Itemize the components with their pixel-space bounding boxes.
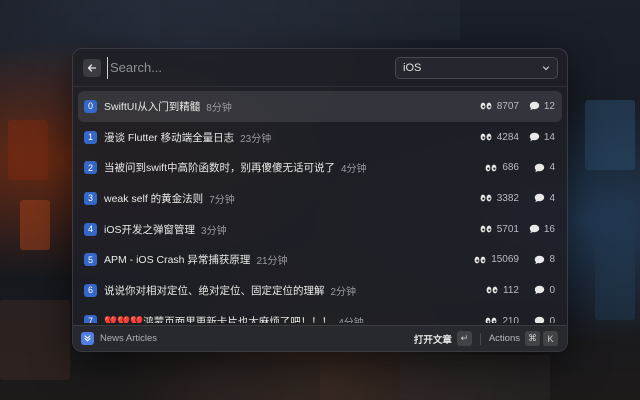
category-dropdown[interactable]: iOS bbox=[395, 56, 558, 79]
list-item[interactable]: 6 说说你对相对定位、绝对定位、固定定位的理解 2分钟 112 0 bbox=[78, 275, 562, 306]
comment-count: 0 bbox=[519, 316, 555, 323]
speech-bubble-icon bbox=[534, 285, 545, 295]
comment-count: 8 bbox=[519, 254, 555, 265]
comment-count: 0 bbox=[519, 285, 555, 296]
comment-count-value: 8 bbox=[549, 254, 555, 266]
view-count-value: 5701 bbox=[496, 223, 519, 235]
search-input[interactable] bbox=[107, 56, 395, 79]
dropdown-selected-value: iOS bbox=[403, 61, 422, 74]
speech-bubble-icon bbox=[529, 101, 540, 111]
comment-count: 4 bbox=[519, 193, 555, 204]
comment-count: 16 bbox=[519, 224, 555, 235]
speech-bubble-icon bbox=[534, 193, 545, 203]
divider bbox=[479, 332, 481, 345]
news-app-icon bbox=[81, 332, 94, 345]
index-badge: 4 bbox=[84, 222, 97, 236]
command-palette-window: iOS 0 SwiftUI从入门到精髓 8分钟 8707 12 1 漫谈 Flutter 移… bbox=[72, 48, 568, 352]
comment-count-value: 4 bbox=[549, 192, 555, 204]
actions-button[interactable]: Actions bbox=[489, 333, 520, 344]
comment-count-value: 14 bbox=[543, 131, 555, 143]
eyes-icon bbox=[480, 102, 492, 110]
comment-count: 4 bbox=[519, 162, 555, 173]
eyes-icon bbox=[485, 317, 497, 323]
comment-count: 12 bbox=[519, 101, 555, 112]
article-title: weak self 的黄金法则 bbox=[104, 192, 204, 205]
article-title: 💔💔💔鸿蒙页面里更新卡片也太麻烦了吧！！！ bbox=[104, 315, 333, 323]
article-title: 漫谈 Flutter 移动端全量日志 bbox=[104, 131, 235, 144]
comment-count-value: 4 bbox=[549, 162, 555, 174]
view-count: 112 bbox=[467, 285, 519, 296]
index-badge: 7 bbox=[84, 314, 97, 323]
eyes-icon bbox=[485, 164, 497, 172]
comment-count-value: 16 bbox=[543, 223, 555, 235]
list-item[interactable]: 3 weak self 的黄金法则 7分钟 3382 4 bbox=[78, 183, 562, 214]
read-duration: 4分钟 bbox=[341, 164, 367, 176]
list-item[interactable]: 2 当被问到swift中高阶函数时，别再傻傻无话可说了 4分钟 686 4 bbox=[78, 152, 562, 183]
list-item[interactable]: 5 APM - iOS Crash 异常捕获原理 21分钟 15069 8 bbox=[78, 244, 562, 275]
read-duration: 21分钟 bbox=[256, 256, 288, 268]
enter-key-hint: ↵ bbox=[456, 331, 472, 346]
index-badge: 3 bbox=[84, 191, 97, 205]
action-bar: News Articles 打开文章 ↵ Actions ⌘ K bbox=[73, 325, 567, 351]
view-count-value: 686 bbox=[502, 162, 519, 174]
list-item[interactable]: 1 漫谈 Flutter 移动端全量日志 23分钟 4284 14 bbox=[78, 122, 562, 153]
speech-bubble-icon bbox=[534, 255, 545, 265]
article-title: 说说你对相对定位、绝对定位、固定定位的理解 bbox=[104, 284, 325, 297]
speech-bubble-icon bbox=[529, 132, 540, 142]
view-count: 15069 bbox=[467, 254, 519, 265]
index-badge: 2 bbox=[84, 161, 97, 175]
speech-bubble-icon bbox=[534, 316, 545, 323]
article-title: 当被问到swift中高阶函数时，别再傻傻无话可说了 bbox=[104, 162, 335, 175]
view-count: 5701 bbox=[467, 224, 519, 235]
view-count-value: 8707 bbox=[496, 100, 519, 112]
article-title: SwiftUI从入门到精髓 bbox=[104, 100, 201, 113]
list-item[interactable]: 0 SwiftUI从入门到精髓 8分钟 8707 12 bbox=[78, 91, 562, 122]
article-title: iOS开发之弹窗管理 bbox=[104, 223, 196, 236]
k-key-hint: K bbox=[543, 331, 558, 346]
eyes-icon bbox=[480, 133, 492, 141]
view-count-value: 112 bbox=[503, 284, 519, 296]
read-duration: 4分钟 bbox=[338, 314, 364, 323]
read-duration: 3分钟 bbox=[201, 225, 227, 237]
read-duration: 23分钟 bbox=[240, 133, 272, 145]
back-button[interactable] bbox=[83, 58, 101, 77]
index-badge: 1 bbox=[84, 130, 97, 144]
index-badge: 0 bbox=[84, 99, 97, 113]
read-duration: 2分钟 bbox=[330, 286, 357, 298]
view-count-value: 15069 bbox=[491, 254, 519, 266]
comment-count-value: 0 bbox=[549, 284, 555, 296]
read-duration: 7分钟 bbox=[209, 194, 235, 206]
article-list: 0 SwiftUI从入门到精髓 8分钟 8707 12 1 漫谈 Flutter 移动端全量… bbox=[73, 87, 567, 323]
arrow-left-icon bbox=[87, 63, 97, 72]
comment-count: 14 bbox=[519, 132, 555, 143]
article-title: APM - iOS Crash 异常捕获原理 bbox=[104, 254, 251, 267]
speech-bubble-icon bbox=[529, 224, 540, 234]
speech-bubble-icon bbox=[534, 163, 545, 173]
app-name: News Articles bbox=[100, 333, 158, 344]
view-count: 686 bbox=[467, 162, 519, 173]
eyes-icon bbox=[474, 256, 486, 264]
chevron-double-down-icon bbox=[84, 335, 91, 342]
view-count: 210 bbox=[467, 316, 519, 323]
list-item[interactable]: 7 💔💔💔鸿蒙页面里更新卡片也太麻烦了吧！！！ 4分钟 210 0 bbox=[78, 306, 562, 323]
eyes-icon bbox=[480, 225, 492, 233]
comment-count-value: 0 bbox=[549, 315, 555, 323]
view-count: 3382 bbox=[467, 193, 519, 204]
cmd-key-hint: ⌘ bbox=[525, 331, 540, 346]
eyes-icon bbox=[480, 194, 492, 202]
comment-count-value: 12 bbox=[543, 100, 555, 112]
chevron-down-icon bbox=[542, 65, 550, 70]
view-count: 4284 bbox=[467, 132, 519, 143]
view-count: 8707 bbox=[467, 101, 519, 112]
eyes-icon bbox=[486, 286, 498, 294]
search-header: iOS bbox=[73, 49, 567, 87]
index-badge: 5 bbox=[84, 253, 97, 267]
list-item[interactable]: 4 iOS开发之弹窗管理 3分钟 5701 16 bbox=[78, 214, 562, 245]
view-count-value: 3382 bbox=[496, 192, 519, 204]
view-count-value: 4284 bbox=[496, 131, 519, 143]
read-duration: 8分钟 bbox=[206, 102, 232, 114]
view-count-value: 210 bbox=[502, 315, 519, 323]
open-article-action[interactable]: 打开文章 bbox=[414, 332, 452, 346]
index-badge: 6 bbox=[84, 283, 97, 297]
